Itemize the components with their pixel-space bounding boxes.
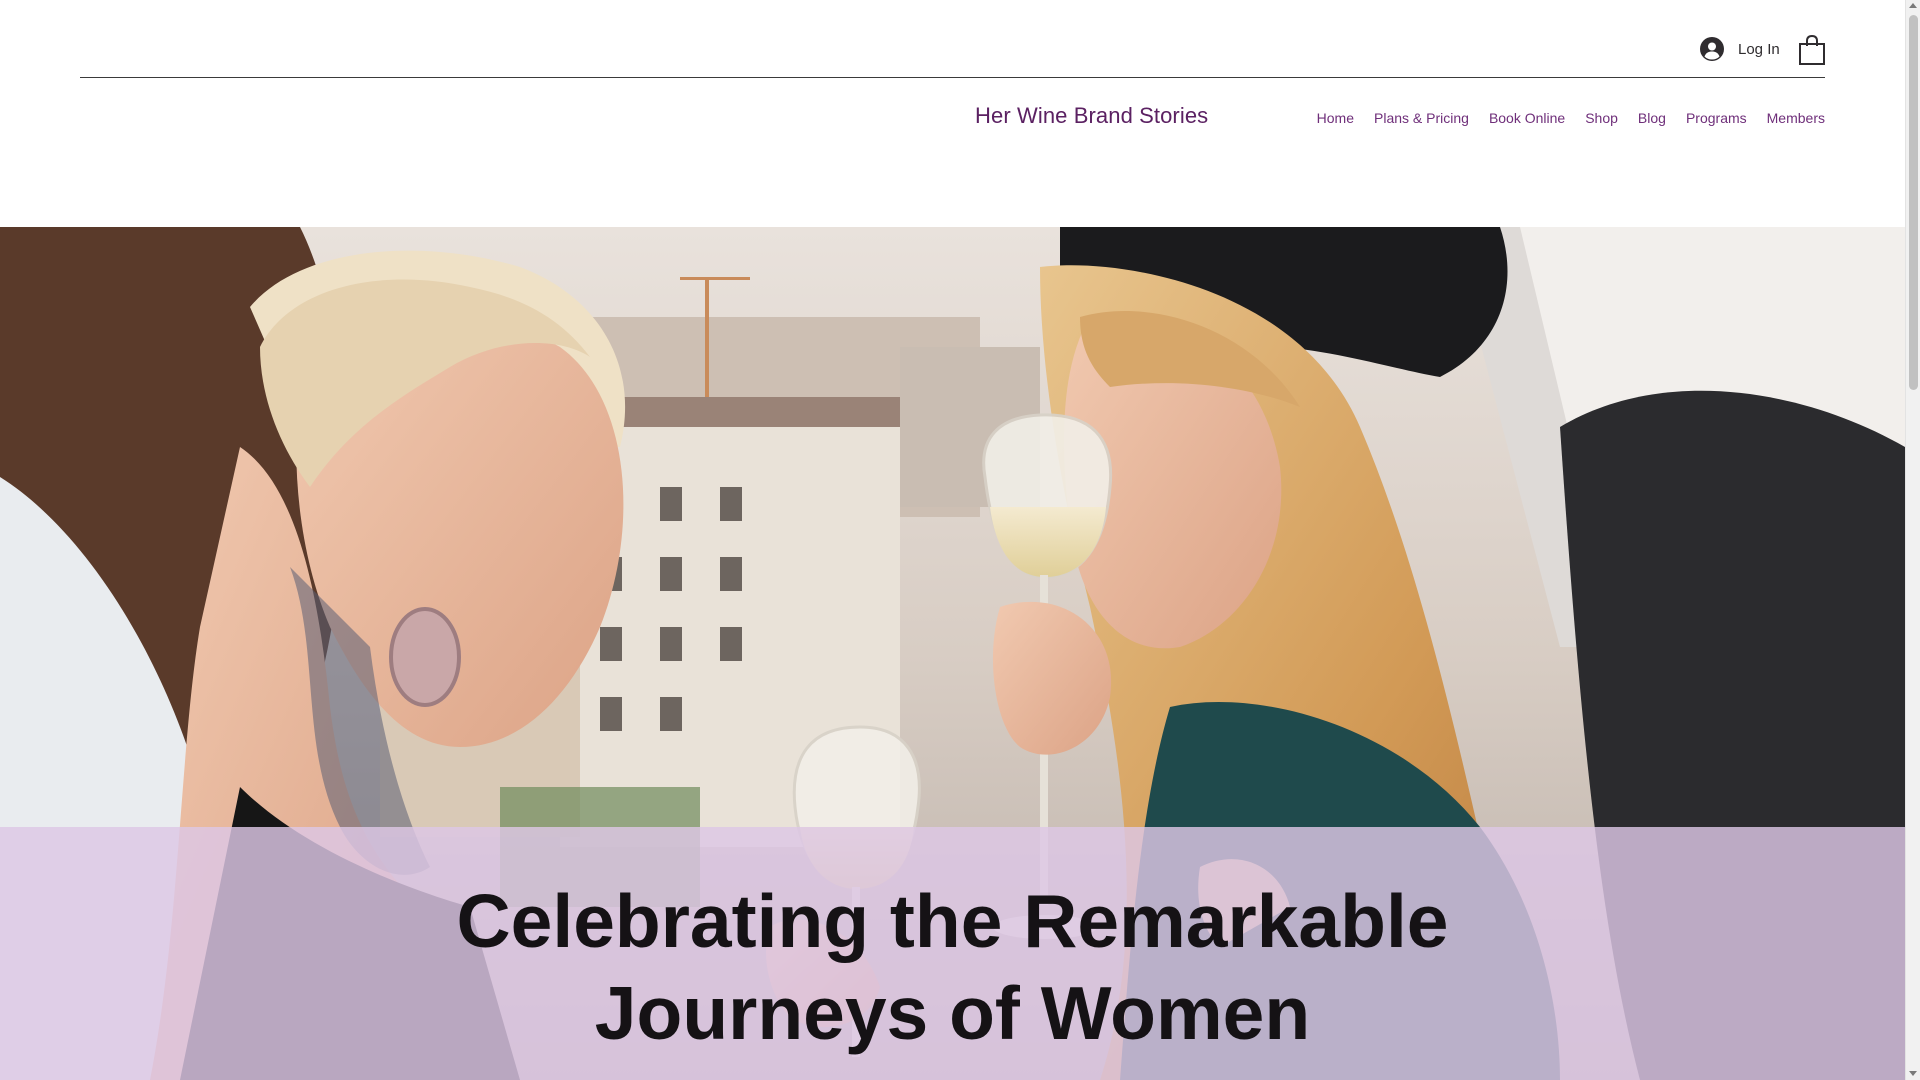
site-title[interactable]: Her Wine Brand Stories (975, 103, 1208, 129)
page: Log In Her Wine Brand Stories Home Plans… (0, 0, 1905, 1080)
nav-book-online[interactable]: Book Online (1479, 108, 1575, 128)
shopping-bag-icon[interactable] (1798, 34, 1826, 66)
user-avatar-icon (1700, 37, 1724, 61)
vertical-scrollbar[interactable] (1905, 0, 1920, 1080)
login-button[interactable]: Log In (1700, 34, 1780, 64)
main-nav: Home Plans & Pricing Book Online Shop Bl… (1307, 108, 1825, 128)
nav-plans-pricing[interactable]: Plans & Pricing (1364, 108, 1479, 128)
scrollbar-thumb[interactable] (1909, 15, 1918, 390)
nav-members[interactable]: Members (1757, 108, 1825, 128)
login-label: Log In (1738, 40, 1780, 58)
nav-shop[interactable]: Shop (1575, 108, 1628, 128)
site-header: Log In Her Wine Brand Stories Home Plans… (0, 0, 1905, 227)
header-divider (80, 77, 1825, 78)
scroll-down-arrow-icon[interactable] (1909, 1071, 1917, 1076)
hero-headline: Celebrating the Remarkable Journeys of W… (0, 875, 1905, 1059)
nav-programs[interactable]: Programs (1676, 108, 1757, 128)
hero-headline-line-2: Journeys of Women (594, 971, 1311, 1055)
hero-section: Celebrating the Remarkable Journeys of W… (0, 227, 1905, 1080)
hero-headline-line-1: Celebrating the Remarkable (456, 879, 1449, 963)
scroll-up-arrow-icon[interactable] (1909, 3, 1917, 8)
nav-home[interactable]: Home (1307, 108, 1364, 128)
nav-blog[interactable]: Blog (1628, 108, 1676, 128)
